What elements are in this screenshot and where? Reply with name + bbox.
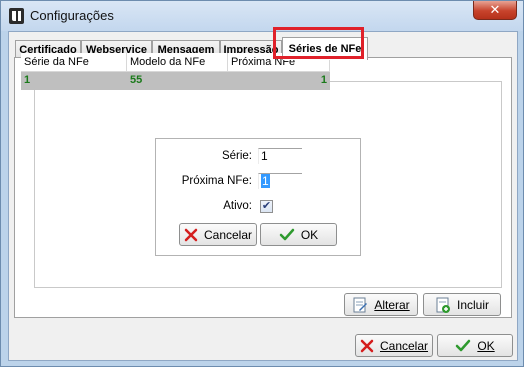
column-header[interactable]: Série da NFe — [21, 53, 127, 72]
cancelar-dialog-button[interactable]: Cancelar — [355, 334, 433, 357]
form-cancel-button[interactable]: Cancelar — [179, 223, 257, 246]
grid-cell: 1 — [24, 74, 31, 86]
form-ok-button[interactable]: OK — [260, 223, 337, 246]
ok-dialog-label: OK — [477, 338, 495, 353]
incluir-label: Incluir — [456, 297, 489, 312]
proxima-nfe-selected-text: 1 — [261, 174, 270, 188]
column-header[interactable]: Modelo da NFe — [127, 53, 228, 72]
proxima-nfe-label: Próxima NFe: — [181, 175, 252, 187]
configuracoes-window: Configurações ✕ Certificado Webservice M… — [0, 0, 524, 367]
ativo-checkbox[interactable]: ✔ — [260, 200, 273, 213]
serie-input[interactable]: 1 — [258, 148, 302, 164]
alterar-button[interactable]: Alterar — [344, 293, 418, 316]
checkmark-icon — [279, 228, 295, 242]
form-ok-label: OK — [300, 227, 319, 242]
close-icon: ✕ — [489, 2, 501, 17]
proxima-nfe-input[interactable]: 1 — [258, 173, 302, 189]
ok-dialog-button[interactable]: OK — [437, 334, 513, 357]
app-logo-icon — [9, 8, 24, 24]
edit-document-icon — [352, 297, 368, 313]
title-bar[interactable]: Configurações ✕ — [1, 1, 523, 31]
grid-cell: 55 — [130, 74, 143, 86]
incluir-button[interactable]: Incluir — [423, 293, 501, 316]
active-tab-highlight — [273, 27, 364, 59]
checkmark-icon — [455, 339, 471, 353]
cancel-x-icon — [360, 339, 374, 353]
table-row[interactable]: 1 55 1 — [21, 72, 330, 90]
cancelar-dialog-label: Cancelar — [379, 338, 429, 353]
form-cancel-label: Cancelar — [203, 227, 253, 242]
ativo-label: Ativo: — [223, 200, 252, 212]
window-title: Configurações — [30, 8, 114, 23]
grid-cell: 1 — [320, 74, 327, 86]
check-icon: ✔ — [261, 200, 272, 212]
alterar-label: Alterar — [374, 297, 410, 312]
add-document-icon — [435, 297, 451, 313]
cancel-x-icon — [184, 228, 198, 242]
edit-serie-form: Série: 1 Próxima NFe: 1 Ativo: ✔ Cancela… — [155, 138, 361, 256]
close-button[interactable]: ✕ — [473, 1, 517, 20]
serie-label: Série: — [221, 150, 252, 162]
